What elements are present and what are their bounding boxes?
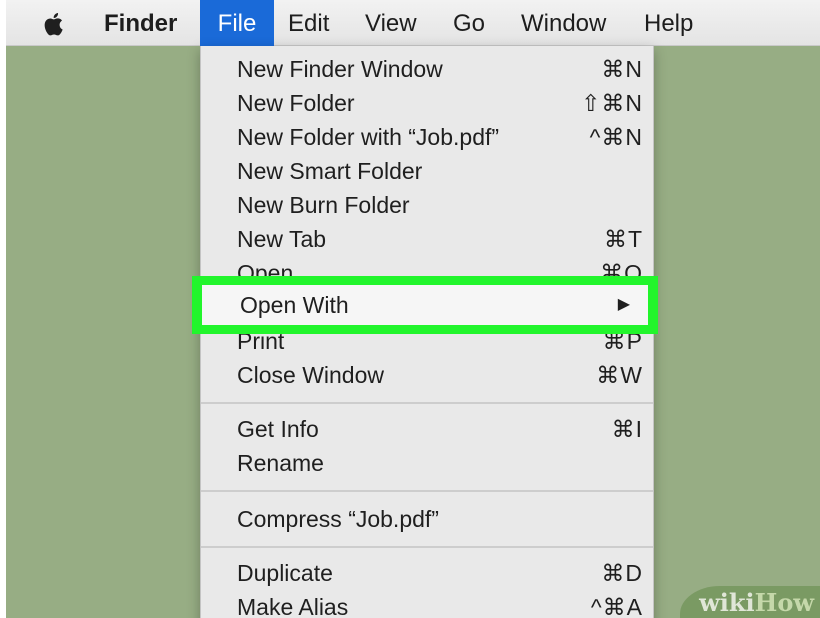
menu-item-compress[interactable]: Compress “Job.pdf” [201, 502, 653, 536]
menu-item-shortcut: ⌘N [601, 56, 643, 82]
menu-item-new-tab[interactable]: New Tab ⌘T [201, 222, 653, 256]
watermark-how: How [754, 588, 814, 617]
menu-item-shortcut: ⌘T [603, 226, 643, 252]
menu-item-new-burn-folder[interactable]: New Burn Folder [201, 188, 653, 222]
apple-menu[interactable] [44, 0, 66, 46]
menu-item-new-finder-window[interactable]: New Finder Window ⌘N [201, 52, 653, 86]
menu-item-shortcut: ^⌘A [590, 594, 643, 618]
menu-item-label: Compress “Job.pdf” [237, 506, 439, 532]
menubar-finder[interactable]: Finder [104, 0, 177, 46]
watermark-wiki: wiki [699, 588, 755, 617]
menu-item-new-smart-folder[interactable]: New Smart Folder [201, 154, 653, 188]
menu-separator [201, 546, 653, 548]
menu-item-label: Close Window [237, 362, 384, 388]
menu-item-shortcut: ⌘W [596, 362, 643, 388]
menu-item-rename[interactable]: Rename [201, 446, 653, 480]
menu-item-label: Get Info [237, 416, 319, 442]
menu-item-shortcut: ⌘I [611, 416, 643, 442]
watermark: wikiHow [680, 586, 820, 618]
menu-item-shortcut: ⌘D [601, 560, 643, 586]
menubar-go[interactable]: Go [453, 0, 485, 46]
menu-item-label: New Burn Folder [237, 192, 410, 218]
menu-item-open-with[interactable]: Open With ▶ [202, 285, 648, 325]
highlight-frame: Open With ▶ [192, 276, 658, 334]
menubar-file[interactable]: File [200, 0, 274, 46]
menu-item-new-folder[interactable]: New Folder ⇧⌘N [201, 86, 653, 120]
menu-item-label: Duplicate [237, 560, 333, 586]
menu-item-label: New Finder Window [237, 56, 443, 82]
menu-separator [201, 402, 653, 404]
menu-item-new-folder-with-selection[interactable]: New Folder with “Job.pdf” ^⌘N [201, 120, 653, 154]
apple-icon [44, 13, 63, 36]
menu-item-get-info[interactable]: Get Info ⌘I [201, 412, 653, 446]
menu-item-label: New Folder [237, 90, 355, 116]
menu-bar: Finder File Edit View Go Window Help [6, 0, 820, 46]
desktop-background: Finder File Edit View Go Window Help New… [6, 0, 820, 618]
menu-item-label: New Smart Folder [237, 158, 423, 184]
watermark-text: wikiHow [699, 588, 814, 618]
menu-item-make-alias[interactable]: Make Alias ^⌘A [201, 590, 653, 618]
menubar-help[interactable]: Help [644, 0, 693, 46]
menu-item-label: New Tab [237, 226, 327, 252]
menu-item-shortcut: ^⌘N [589, 124, 643, 150]
menu-item-label: Open With [240, 292, 349, 318]
menu-separator [201, 490, 653, 492]
submenu-arrow-icon: ▶ [617, 296, 630, 313]
menu-item-close-window[interactable]: Close Window ⌘W [201, 358, 653, 392]
menu-item-label: Make Alias [237, 594, 349, 618]
menu-item-label: New Folder with “Job.pdf” [237, 124, 500, 150]
menubar-edit[interactable]: Edit [288, 0, 329, 46]
menubar-view[interactable]: View [365, 0, 417, 46]
menu-item-shortcut: ⇧⌘N [581, 90, 643, 116]
menubar-window[interactable]: Window [521, 0, 606, 46]
menu-item-label: Rename [237, 450, 324, 476]
menu-item-duplicate[interactable]: Duplicate ⌘D [201, 556, 653, 590]
